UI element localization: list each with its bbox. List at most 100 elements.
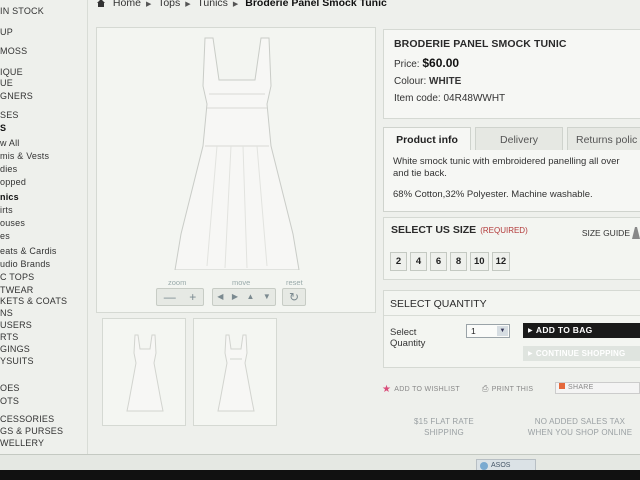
- sidebar-category-link[interactable]: RTS: [0, 332, 18, 342]
- quantity-label: Select Quantity: [390, 327, 426, 349]
- quantity-title: SELECT QUANTITY: [390, 298, 487, 310]
- sidebar-category-link[interactable]: OES: [0, 383, 20, 393]
- breadcrumb: Home ▶ Tops ▶ Tunics ▶ Broderie Panel Smock…: [96, 0, 391, 9]
- move-right-icon[interactable]: ▶: [232, 293, 238, 301]
- size-option-4[interactable]: 4: [410, 252, 427, 271]
- sidebar-category-link[interactable]: w All: [0, 138, 20, 148]
- wishlist-label: ADD TO WISHLIST: [394, 386, 460, 393]
- sidebar-category-link[interactable]: opped: [0, 177, 26, 187]
- continue-shopping-button[interactable]: ▶ CONTINUE SHOPPING: [523, 346, 640, 361]
- quantity-selector: SELECT QUANTITY Select Quantity 1 ▼ ▶ ADD…: [383, 290, 640, 368]
- printer-icon: ⎙: [482, 384, 489, 393]
- print-label: PRINT THIS: [491, 386, 534, 393]
- sidebar-category-link[interactable]: TWEAR: [0, 285, 34, 295]
- size-option-10[interactable]: 10: [470, 252, 489, 271]
- sidebar-category-link[interactable]: OTS: [0, 396, 19, 406]
- product-summary: BRODERIE PANEL SMOCK TUNIC Price: $60.00…: [383, 29, 640, 119]
- size-option-12[interactable]: 12: [491, 252, 511, 271]
- share-icon: [559, 383, 565, 389]
- sidebar-category-link[interactable]: S: [0, 123, 6, 133]
- move-left-icon[interactable]: ◀: [217, 293, 223, 301]
- sidebar-category-link[interactable]: USERS: [0, 320, 32, 330]
- sidebar-category-link[interactable]: udio Brands: [0, 259, 50, 269]
- sidebar-category-link[interactable]: UE: [0, 78, 13, 88]
- sidebar-category-link[interactable]: eats & Cardis: [0, 246, 57, 256]
- sidebar-category-link[interactable]: IQUE: [0, 67, 23, 77]
- chevron-down-icon: ▼: [497, 326, 508, 336]
- tab-panel-product-info: White smock tunic with embroidered panel…: [383, 150, 640, 212]
- promo-shipping-line1: $15 FLAT RATE: [414, 417, 474, 426]
- sidebar-category-link[interactable]: irts: [0, 205, 13, 215]
- sidebar-category-link[interactable]: MOSS: [0, 46, 27, 56]
- product-tabs: Product info Delivery Returns polic: [383, 127, 640, 151]
- sidebar-category-link[interactable]: YSUITS: [0, 356, 34, 366]
- reset-icon: ↻: [288, 290, 300, 304]
- thumbnail-front[interactable]: [102, 318, 186, 426]
- sidebar-category-link[interactable]: SES: [0, 110, 19, 120]
- tab-delivery[interactable]: Delivery: [475, 127, 563, 151]
- share-button[interactable]: SHARE: [555, 382, 640, 394]
- breadcrumb-tops[interactable]: Tops: [158, 0, 180, 9]
- breadcrumb-home[interactable]: Home: [113, 0, 141, 9]
- reset-label: reset: [286, 278, 303, 287]
- zoom-in-icon[interactable]: +: [189, 291, 196, 303]
- breadcrumb-tunics[interactable]: Tunics: [197, 0, 228, 9]
- divider: [384, 315, 640, 316]
- size-guide-link[interactable]: SIZE GUIDE: [582, 228, 630, 238]
- size-title-text: SELECT US SIZE: [391, 224, 477, 236]
- quantity-value: 1: [471, 326, 476, 336]
- sidebar-category-link[interactable]: C TOPS: [0, 272, 34, 282]
- product-composition: 68% Cotton,32% Polyester. Machine washab…: [393, 189, 593, 200]
- size-option-2[interactable]: 2: [390, 252, 407, 271]
- item-code-label: Item code:: [394, 93, 441, 104]
- tab-returns-policy[interactable]: Returns polic: [567, 127, 640, 151]
- add-to-wishlist-link[interactable]: ★ ADD TO WISHLIST: [382, 384, 460, 395]
- sidebar-category-link[interactable]: IN STOCK: [0, 6, 44, 16]
- sidebar-category-link[interactable]: GNERS: [0, 91, 33, 101]
- product-title: BRODERIE PANEL SMOCK TUNIC: [394, 38, 567, 50]
- image-controls: zoom move reset — + ◀ ▶ ▲ ▼ ↻: [156, 278, 316, 308]
- price-label: Price:: [394, 59, 420, 70]
- zoom-out-icon[interactable]: —: [164, 291, 176, 303]
- quantity-dropdown[interactable]: 1 ▼: [466, 324, 510, 338]
- promo-shipping-line2: SHIPPING: [424, 428, 464, 437]
- move-label: move: [232, 278, 251, 287]
- product-image-viewer[interactable]: [96, 27, 376, 313]
- thumbnail-front-image: [126, 334, 164, 412]
- item-code-value: 04R48WWHT: [443, 93, 506, 104]
- move-down-icon[interactable]: ▼: [263, 293, 271, 301]
- sidebar-category-link[interactable]: NS: [0, 308, 13, 318]
- size-option-6[interactable]: 6: [430, 252, 447, 271]
- sidebar-category-link[interactable]: WELLERY: [0, 438, 44, 448]
- sidebar-category-link[interactable]: UP: [0, 27, 13, 37]
- add-to-bag-label: ADD TO BAG: [535, 325, 593, 335]
- thumbnail-back[interactable]: [193, 318, 277, 426]
- category-sidebar: IN STOCK UP MOSS IQUE UE GNERS SES Sw All mis & …: [0, 0, 88, 470]
- sidebar-category-link[interactable]: es: [0, 231, 10, 241]
- reset-button[interactable]: ↻: [282, 288, 306, 306]
- required-badge: (REQUIRED): [480, 226, 528, 235]
- product-page: IN STOCK UP MOSS IQUE UE GNERS SES Sw All mis & …: [0, 0, 640, 480]
- move-up-icon[interactable]: ▲: [246, 293, 254, 301]
- play-arrow-icon: ▶: [528, 328, 533, 334]
- taskbar-button-label: ASOS: [491, 462, 511, 469]
- sidebar-category-link[interactable]: KETS & COATS: [0, 296, 67, 306]
- colour-value: WHITE: [429, 76, 462, 87]
- sidebar-category-link[interactable]: GINGS: [0, 344, 30, 354]
- sidebar-category-link[interactable]: GS & PURSES: [0, 426, 63, 436]
- item-code-line: Item code: 04R48WWHT: [394, 93, 634, 104]
- sidebar-category-link[interactable]: dies: [0, 164, 17, 174]
- product-description: White smock tunic with embroidered panel…: [393, 156, 620, 179]
- sidebar-category-link[interactable]: CESSORIES: [0, 414, 54, 424]
- sidebar-category-link[interactable]: ouses: [0, 218, 25, 228]
- add-to-bag-button[interactable]: ▶ ADD TO BAG: [523, 323, 640, 338]
- globe-icon: [480, 462, 488, 470]
- sidebar-category-link[interactable]: nics: [0, 192, 19, 202]
- size-option-8[interactable]: 8: [450, 252, 467, 271]
- print-link[interactable]: ⎙ PRINT THIS: [482, 384, 533, 394]
- tab-product-info[interactable]: Product info: [383, 127, 471, 151]
- sidebar-category-link[interactable]: mis & Vests: [0, 151, 49, 161]
- product-actions: ★ ADD TO WISHLIST ⎙ PRINT THIS SHARE: [380, 382, 640, 396]
- play-arrow-icon: ▶: [528, 351, 533, 357]
- zoom-label: zoom: [168, 278, 187, 287]
